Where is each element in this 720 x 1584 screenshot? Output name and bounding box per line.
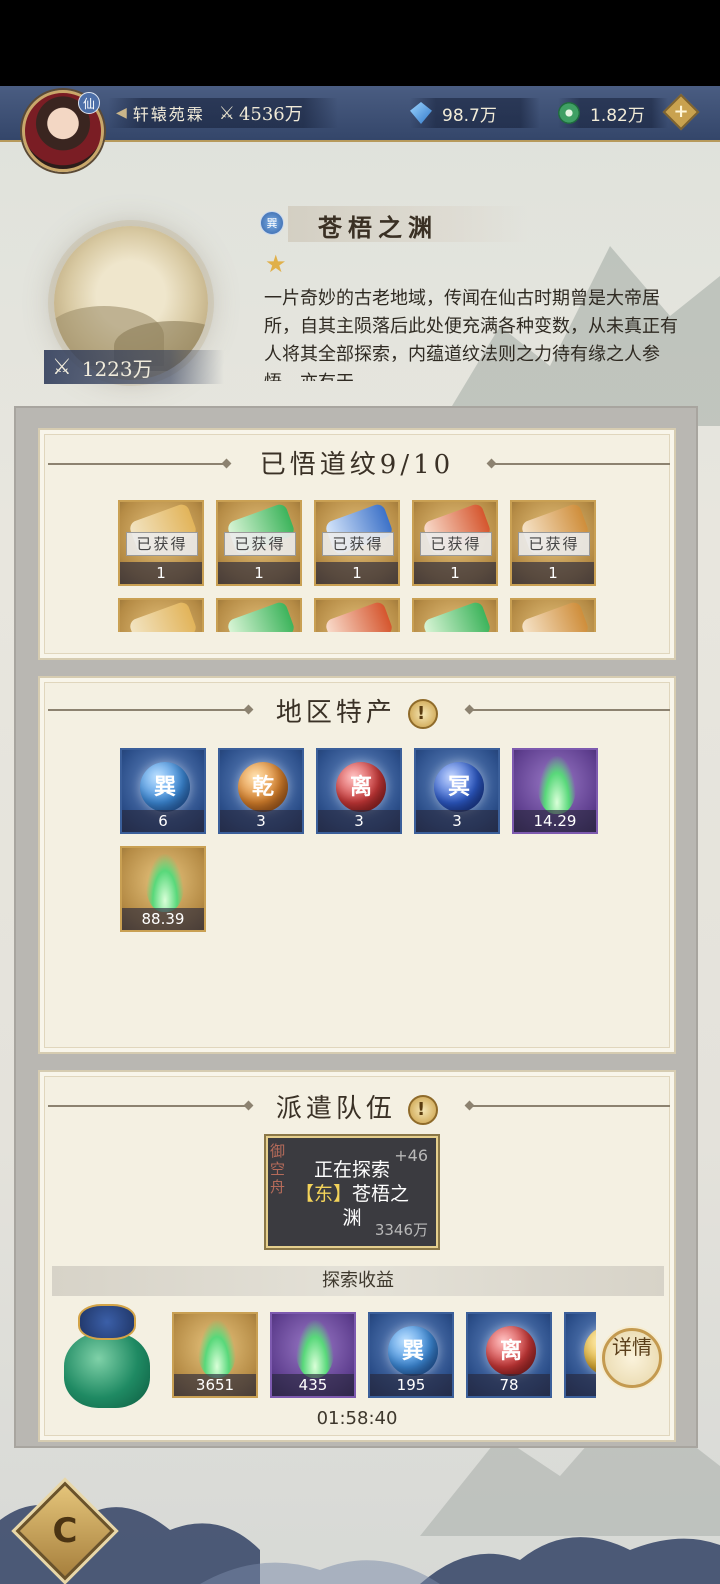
gain-count: 3651: [174, 1374, 256, 1396]
xun-orb-icon: 巽: [388, 1326, 438, 1376]
specialty-item[interactable]: 88.39: [120, 846, 206, 932]
specialty-card: 地区特产 ! 巽 6 乾 3 离 3 冥 3 14.29 88.39: [38, 676, 676, 1054]
pattern-slot[interactable]: 已获得 1: [216, 500, 302, 586]
specialty-item[interactable]: 乾 3: [218, 748, 304, 834]
obtained-label: 已获得: [224, 532, 296, 556]
specialty-item[interactable]: 离 3: [316, 748, 402, 834]
back-icon: C: [52, 1511, 78, 1551]
region-power-value: 1223万: [81, 356, 153, 381]
avatar-badge: 仙: [78, 92, 100, 114]
item-count: 88.39: [122, 908, 204, 930]
slot-count: 1: [120, 562, 202, 584]
orb-icon: [584, 1326, 596, 1376]
pattern-slot[interactable]: [216, 598, 302, 632]
loot-bag-icon[interactable]: [60, 1302, 156, 1412]
slot-count: 1: [512, 562, 594, 584]
slot-count: 1: [316, 562, 398, 584]
dispatch-card: 派遣队伍 ! 御空舟 +46 正在探索【东】苍梧之渊 3346万 探索收益 36…: [38, 1070, 676, 1442]
specialty-item[interactable]: 冥 3: [414, 748, 500, 834]
spirit-flame-icon: [146, 854, 184, 912]
region-power: ⚔ 1223万: [44, 350, 224, 384]
item-count: 14.29: [514, 810, 596, 832]
li-orb-icon: 离: [336, 762, 386, 812]
combat-power-icon: ⚔: [52, 354, 72, 380]
scroll-icon: [324, 600, 394, 632]
item-count: 6: [122, 810, 204, 832]
region-name: 苍梧之渊: [318, 213, 438, 242]
pattern-slot[interactable]: 已获得 1: [412, 500, 498, 586]
cloud-decoration: [0, 1505, 720, 1584]
plus-icon: +: [673, 101, 689, 122]
gain-count: 1: [566, 1374, 596, 1396]
info-icon[interactable]: !: [408, 1095, 439, 1125]
specialty-title: 地区特产: [275, 698, 396, 728]
qian-orb-icon: 乾: [238, 762, 288, 812]
ming-orb-icon: 冥: [434, 762, 484, 812]
star-icon: ★: [265, 250, 287, 278]
gain-item[interactable]: 1: [564, 1312, 596, 1398]
player-power: 4536万: [238, 104, 303, 125]
slot-count: 1: [218, 562, 300, 584]
obtained-label: 已获得: [322, 532, 394, 556]
jade-resource[interactable]: 1.82万: [558, 98, 668, 128]
dispatch-title: 派遣队伍: [275, 1094, 396, 1124]
vehicle-label: 御空舟: [270, 1142, 286, 1196]
gain-count: 195: [370, 1374, 452, 1396]
pattern-slot[interactable]: 已获得 1: [510, 500, 596, 586]
scroll-icon: [422, 600, 492, 632]
crystal-icon: [410, 102, 432, 124]
scroll-icon: [128, 600, 198, 632]
gain-count: 435: [272, 1374, 354, 1396]
info-icon[interactable]: !: [408, 699, 439, 729]
item-count: 3: [220, 810, 302, 832]
pattern-slot[interactable]: [118, 598, 204, 632]
specialty-item[interactable]: 14.29: [512, 748, 598, 834]
pattern-slot[interactable]: [314, 598, 400, 632]
gain-list[interactable]: 3651 435 巽 195 离 78 1: [172, 1312, 596, 1402]
comprehended-card: 已悟道纹9/10 已获得 1 已获得 1 已获得 1 已获得 1 已获得 1: [38, 428, 676, 660]
jade-amount: 1.82万: [590, 105, 645, 126]
obtained-label: 已获得: [126, 532, 198, 556]
crystal-resource[interactable]: 98.7万: [410, 98, 540, 128]
region-description[interactable]: 一片奇妙的古老地域，传闻在仙古时期曾是大帝居所，自其主陨落后此处便充满各种变数，…: [264, 285, 678, 381]
item-count: 3: [318, 810, 400, 832]
team-power: 3346万: [374, 1221, 428, 1239]
slot-count: 1: [414, 562, 496, 584]
status-direction: 【东】: [294, 1183, 352, 1205]
pattern-slot[interactable]: [510, 598, 596, 632]
combat-power-icon: ⚔: [218, 102, 235, 124]
pattern-slot[interactable]: [412, 598, 498, 632]
detail-button[interactable]: 详情: [602, 1328, 662, 1388]
player-info[interactable]: ◀ 轩辕苑霖 ⚔ 4536万: [108, 98, 338, 128]
li-orb-icon: 离: [486, 1326, 536, 1376]
gain-item[interactable]: 巽 195: [368, 1312, 454, 1398]
pattern-slot[interactable]: 已获得 1: [314, 500, 400, 586]
status-bar-blank: [0, 0, 720, 86]
jade-icon: [558, 102, 580, 124]
item-count: 3: [416, 810, 498, 832]
specialty-item[interactable]: 巽 6: [120, 748, 206, 834]
gain-item[interactable]: 3651: [172, 1312, 258, 1398]
chevron-left-icon: ◀: [116, 105, 127, 121]
xun-orb-icon: 巽: [140, 762, 190, 812]
status-prefix: 正在探索: [313, 1159, 390, 1181]
spirit-flame-icon: [538, 756, 576, 814]
pattern-grid[interactable]: 已获得 1 已获得 1 已获得 1 已获得 1 已获得 1: [118, 500, 598, 632]
gain-item[interactable]: 435: [270, 1312, 356, 1398]
team-card[interactable]: 御空舟 +46 正在探索【东】苍梧之渊 3346万: [266, 1136, 438, 1248]
explore-timer: 01:58:40: [316, 1408, 398, 1429]
obtained-label: 已获得: [420, 532, 492, 556]
element-badge-icon: 巽: [260, 211, 284, 235]
obtained-label: 已获得: [518, 532, 590, 556]
scroll-icon: [520, 600, 590, 632]
scroll-icon: [226, 600, 296, 632]
gain-title: 探索收益: [52, 1266, 664, 1296]
gain-count: 78: [468, 1374, 550, 1396]
spirit-flame-icon: [198, 1320, 236, 1378]
spirit-flame-icon: [296, 1320, 334, 1378]
crystal-amount: 98.7万: [442, 105, 497, 126]
gain-item[interactable]: 离 78: [466, 1312, 552, 1398]
player-name: 轩辕苑霖: [132, 105, 205, 124]
pattern-slot[interactable]: 已获得 1: [118, 500, 204, 586]
